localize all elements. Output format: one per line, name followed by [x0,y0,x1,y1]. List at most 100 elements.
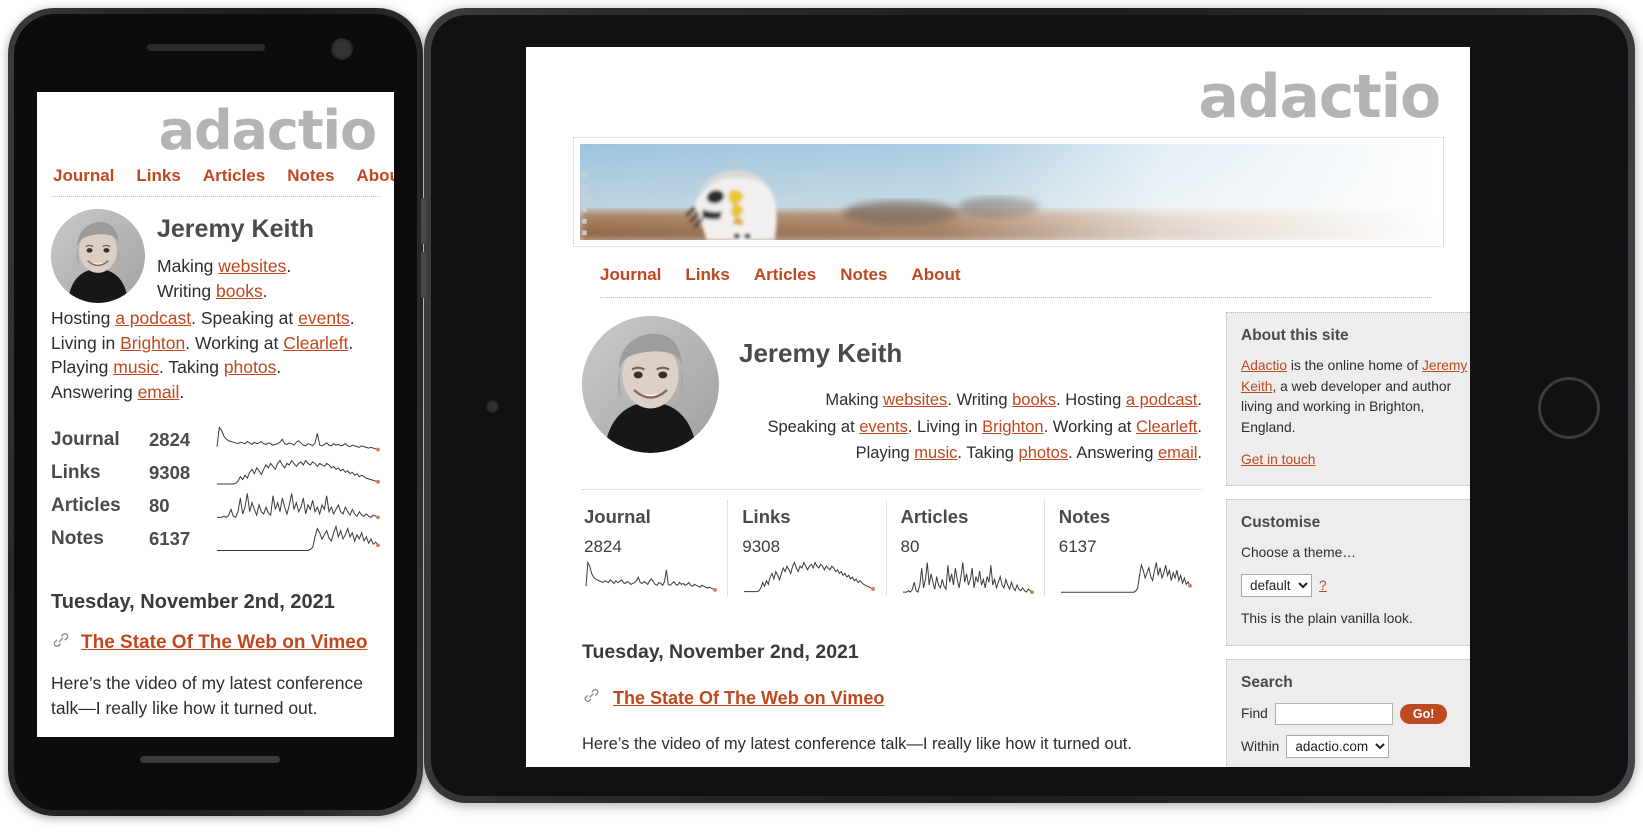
sidebar-title-about: About this site [1241,327,1349,344]
sidebar-title-customise: Customise [1241,514,1321,532]
entry-body-tablet: Here’s the video of my latest conference… [582,735,1132,754]
bio-link-events-t[interactable]: events [859,418,908,436]
bio-link-brighton[interactable]: Brighton [120,333,185,353]
bio-link-email-t[interactable]: email [1158,444,1197,462]
sparkline-notes [215,524,380,553]
nav-item-notes[interactable]: Notes [287,166,334,186]
phone-home-indicator [140,756,280,763]
stat-count-links: 9308 [149,461,191,483]
bio-link-photos-t[interactable]: photos [1019,444,1069,462]
site-logo-tablet[interactable]: adactio [544,53,1452,127]
sidebar-contact-row: Get in touch [1241,450,1470,471]
sidebar-box-search: Search Find Go! Within adactio.com [1226,658,1470,767]
nav-divider-tablet [600,297,1432,298]
search-go-button[interactable]: Go! [1399,703,1448,724]
stat-card-articles[interactable]: Articles 80 [885,500,1044,596]
nav-item-links-tablet[interactable]: Links [685,265,729,285]
bio-link-photos[interactable]: photos [224,357,277,377]
responsive-devices-mockup: adactio Journal Links Articles Notes Abo… [0,0,1643,839]
main-nav-phone[interactable]: Journal Links Articles Notes About [51,160,394,196]
tablet-screen[interactable]: adactio Journal Links Articles Notes Abo… [526,47,1470,767]
tablet-bezel: adactio Journal Links Articles Notes Abo… [431,15,1628,796]
entry-title-tablet[interactable]: The State Of The Web on Vimeo [613,688,884,709]
stat-card-links[interactable]: Links 9308 [727,500,885,596]
tablet-volume-down-button[interactable] [421,252,426,298]
profile-bio-tablet: Making websites. Writing books. Hosting … [739,387,1203,467]
stat-row-articles[interactable]: Articles 80 [51,489,380,522]
bio-link-websites-t[interactable]: websites [883,391,947,409]
nav-item-about-tablet[interactable]: About [911,265,960,285]
bio-link-websites[interactable]: websites [218,256,286,276]
stat-card-notes[interactable]: Notes 6137 [1043,500,1202,596]
theme-label: Choose a theme… [1241,545,1357,561]
bio-link-books-t[interactable]: books [1012,391,1056,409]
tablet-home-button[interactable] [1538,377,1600,439]
profile-block-tablet: Jeremy Keith Making websites. Writing bo… [582,298,1202,467]
sidebar-box-about: About this site Adactio is the online ho… [1226,312,1470,487]
page-columns: Jeremy Keith Making websites. Writing bo… [526,298,1470,767]
bio-link-music-t[interactable]: music [914,444,957,462]
bio-link-brighton-t[interactable]: Brighton [982,418,1043,436]
entry-header-tablet[interactable]: The State Of The Web on Vimeo [582,686,1202,710]
nav-item-journal[interactable]: Journal [53,166,114,186]
tablet-frame: adactio Journal Links Articles Notes Abo… [421,8,1635,803]
sparkline-links-t [742,561,876,595]
stat-row-journal[interactable]: Journal 2824 [51,423,380,456]
bio-link-email[interactable]: email [138,382,180,402]
stats-list-phone: Journal 2824 Links 9308 Articles 80 Note… [51,423,380,555]
bio-link-events[interactable]: events [298,308,350,328]
sidebar-about-text: Adactio is the online home of Jeremy Kei… [1241,356,1470,439]
stat-count-notes-t: 6137 [1058,537,1097,557]
bio-link-podcast[interactable]: a podcast [115,308,191,328]
header-banner [573,137,1444,247]
nav-item-articles-tablet[interactable]: Articles [754,265,816,285]
nav-item-journal-tablet[interactable]: Journal [600,265,661,285]
entry-header-phone[interactable]: The State Of The Web on Vimeo [51,630,380,655]
tablet-volume-up-button[interactable] [421,198,426,244]
theme-help-link[interactable]: ? [1319,578,1327,593]
avatar[interactable] [51,209,145,303]
nav-item-links[interactable]: Links [136,166,180,186]
get-in-touch-link[interactable]: Get in touch [1241,452,1315,467]
profile-name-tablet: Jeremy Keith [739,338,903,368]
stat-row-notes[interactable]: Notes 6137 [51,522,380,555]
search-input[interactable] [1274,702,1393,725]
bio-line-2: Writing books. [157,280,268,301]
nav-item-articles[interactable]: Articles [203,166,265,186]
phone-frame: adactio Journal Links Articles Notes Abo… [8,8,423,816]
phone-screen[interactable]: adactio Journal Links Articles Notes Abo… [37,92,394,737]
entry-title-phone[interactable]: The State Of The Web on Vimeo [81,632,367,654]
profile-bio-phone: Making websites. Writing books. [157,254,380,304]
bio-link-clearleft[interactable]: Clearleft [283,333,348,353]
bio-line-6: Answering email. [51,382,185,403]
within-row: Within adactio.com [1241,734,1470,758]
avatar-tablet[interactable] [582,316,719,453]
search-scope-select[interactable]: adactio.com [1286,734,1390,758]
stat-card-journal[interactable]: Journal 2824 [582,500,727,595]
theme-select[interactable]: default [1241,574,1312,598]
stat-count-journal-t: 2824 [584,537,622,557]
sparkline-articles-t [901,561,1034,595]
stat-label-notes-t: Notes [1058,506,1111,528]
bio-line-1: Making websites. [157,256,292,276]
profile-name: Jeremy Keith [157,215,315,243]
bio-link-podcast-t[interactable]: a podcast [1126,391,1198,409]
nav-divider [51,196,380,197]
bio-link-books[interactable]: books [216,281,263,301]
sparkline-notes-t [1059,561,1192,595]
link-adactio[interactable]: Adactio [1241,358,1287,373]
bio-tablet-line-3: Playing music. Taking photos. Answering … [855,444,1202,463]
bio-link-music[interactable]: music [113,357,159,377]
site-logo[interactable]: adactio [51,92,380,160]
stats-row-tablet: Journal 2824 Links 9308 Articles 80 Note… [582,489,1202,596]
bio-link-clearleft-t[interactable]: Clearleft [1136,418,1197,436]
banner-illustration [580,144,1437,240]
stat-row-links[interactable]: Links 9308 [51,456,380,489]
nav-item-notes-tablet[interactable]: Notes [840,265,887,285]
main-nav-tablet[interactable]: Journal Links Articles Notes About [544,247,1452,297]
profile-block-phone: Jeremy Keith Making websites. Writing bo… [51,209,380,304]
main-content: Jeremy Keith Making websites. Writing bo… [582,298,1202,767]
nav-item-about[interactable]: About [356,166,394,186]
theme-chooser-row: default ? [1241,574,1470,598]
find-row: Find Go! [1241,702,1470,725]
